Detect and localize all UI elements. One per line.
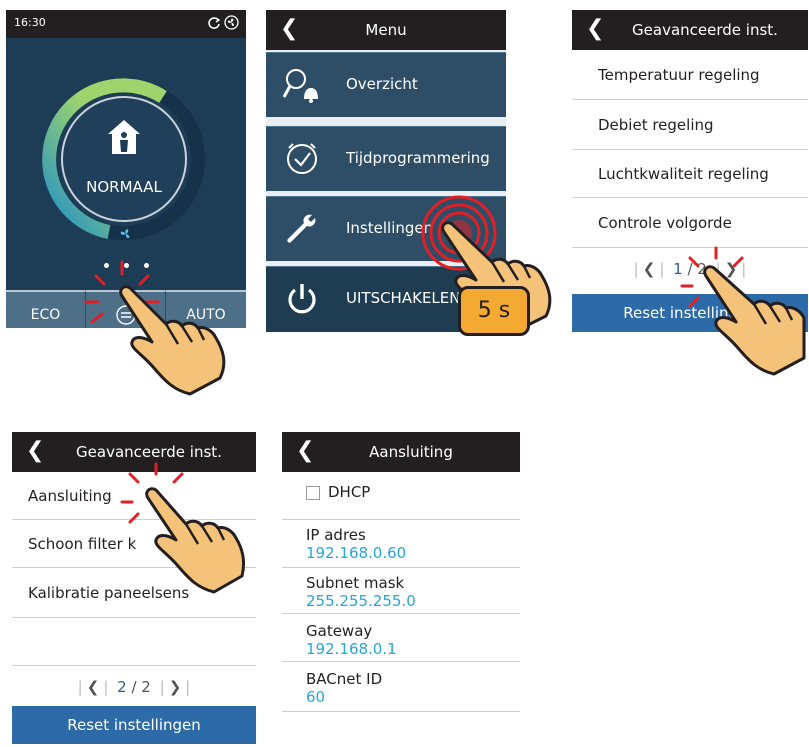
hand-pointer-icon (119, 285, 226, 396)
adv1-title: Geavanceerde inst. (632, 21, 778, 39)
field-label: Gateway (306, 622, 373, 640)
hand-pointer-icon (145, 487, 246, 594)
connection-screen: ❮ Aansluiting DHCP IP adres 192.168.0.60… (282, 432, 520, 744)
clock-time: 16:30 (14, 16, 46, 29)
pager-total: 2 (141, 678, 151, 696)
pager: | ❮ | 2 / 2 | ❯ | (77, 678, 191, 696)
wrench-icon (287, 214, 316, 243)
menu-item-overzicht[interactable]: Overzicht (266, 52, 506, 117)
prev-page-icon[interactable]: ❮ (87, 678, 100, 696)
eco-button[interactable]: ECO (6, 290, 86, 328)
hold-duration-badge: 5 s (458, 286, 530, 336)
power-icon (288, 284, 316, 314)
adv1-header: ❮ Geavanceerde inst. (572, 10, 808, 50)
status-bar: 16:30 (6, 10, 246, 38)
dhcp-row[interactable]: DHCP (282, 472, 520, 520)
field-label: BACnet ID (306, 670, 383, 688)
list-item[interactable]: Debiet regeling (572, 100, 808, 150)
hand-pointer-icon (703, 265, 806, 376)
menu-item-tijdprogrammering[interactable]: Tijdprogrammering (266, 126, 506, 191)
field-value: 60 (306, 688, 326, 706)
dhcp-checkbox[interactable] (306, 485, 320, 500)
mode-label: NORMAAL (86, 178, 162, 196)
field-label: Subnet mask (306, 574, 405, 592)
hold-duration-label: 5 s (477, 298, 511, 323)
adv2-title: Geavanceerde inst. (76, 443, 222, 461)
menu-item-label: Tijdprogrammering (346, 149, 490, 167)
menu-title: Menu (365, 21, 407, 39)
list-item[interactable]: Temperatuur regeling (572, 50, 808, 100)
field-bacnet[interactable]: BACnet ID 60 (282, 662, 520, 712)
reset-button[interactable]: Reset instellingen (12, 706, 256, 744)
field-subnet[interactable]: Subnet mask 255.255.255.0 (282, 568, 520, 614)
next-page-icon[interactable]: ❯ (169, 678, 182, 696)
clock-icon (287, 143, 317, 174)
list-item-empty (12, 618, 256, 666)
pager-current: 2 (117, 678, 127, 696)
mode-dial (42, 78, 205, 240)
fan-icon (224, 15, 239, 30)
list-item[interactable]: Luchtkwaliteit regeling (572, 150, 808, 198)
field-value: 192.168.0.60 (306, 544, 407, 562)
field-value: 192.168.0.1 (306, 640, 397, 658)
house-icon (108, 120, 140, 154)
field-value: 255.255.255.0 (306, 592, 416, 610)
list-item[interactable]: Controle volgorde (572, 198, 808, 248)
dhcp-label: DHCP (328, 483, 371, 501)
field-label: IP adres (306, 526, 366, 544)
field-gateway[interactable]: Gateway 192.168.0.1 (282, 614, 520, 662)
prev-page-icon[interactable]: ❮ (643, 260, 656, 278)
fan-speed-icon (120, 229, 130, 238)
conn-header: ❮ Aansluiting (282, 432, 520, 472)
search-bell-icon (282, 69, 318, 103)
conn-title: Aansluiting (369, 443, 453, 461)
field-ip[interactable]: IP adres 192.168.0.60 (282, 520, 520, 568)
menu-header: ❮ Menu (266, 10, 506, 50)
menu-item-label: Overzicht (346, 75, 418, 93)
refresh-icon (208, 17, 221, 29)
